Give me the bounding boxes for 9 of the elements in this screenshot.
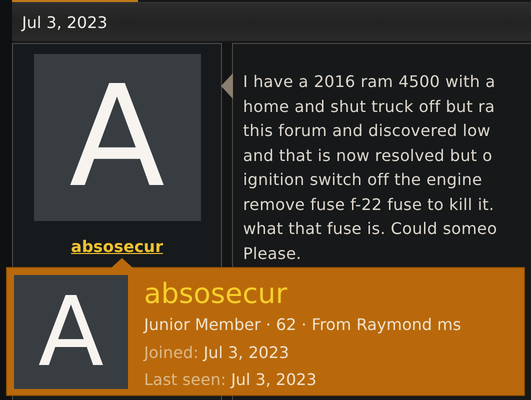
avatar[interactable]: A — [34, 54, 200, 221]
tooltip-avatar: A — [14, 275, 128, 389]
pointer-arrow — [221, 73, 233, 99]
post-date: Jul 3, 2023 — [22, 12, 108, 32]
message-text: I have a 2016 ram 4500 with a home and shut truck off but ra this forum and discovered low and that is now resolved but o ignition switch off the engine remove fuse f-22 fuse to kill it. what that fuse is. Could someo Please. — [243, 71, 498, 264]
username-link[interactable]: absosecur — [71, 237, 163, 256]
user-stat: Joined: Jul 3, 2023 — [144, 342, 290, 364]
user-info: Junior Member · 62 · From Raymond ms — [144, 314, 462, 336]
user-stat: Last seen: Jul 3, 2023 — [144, 369, 318, 391]
